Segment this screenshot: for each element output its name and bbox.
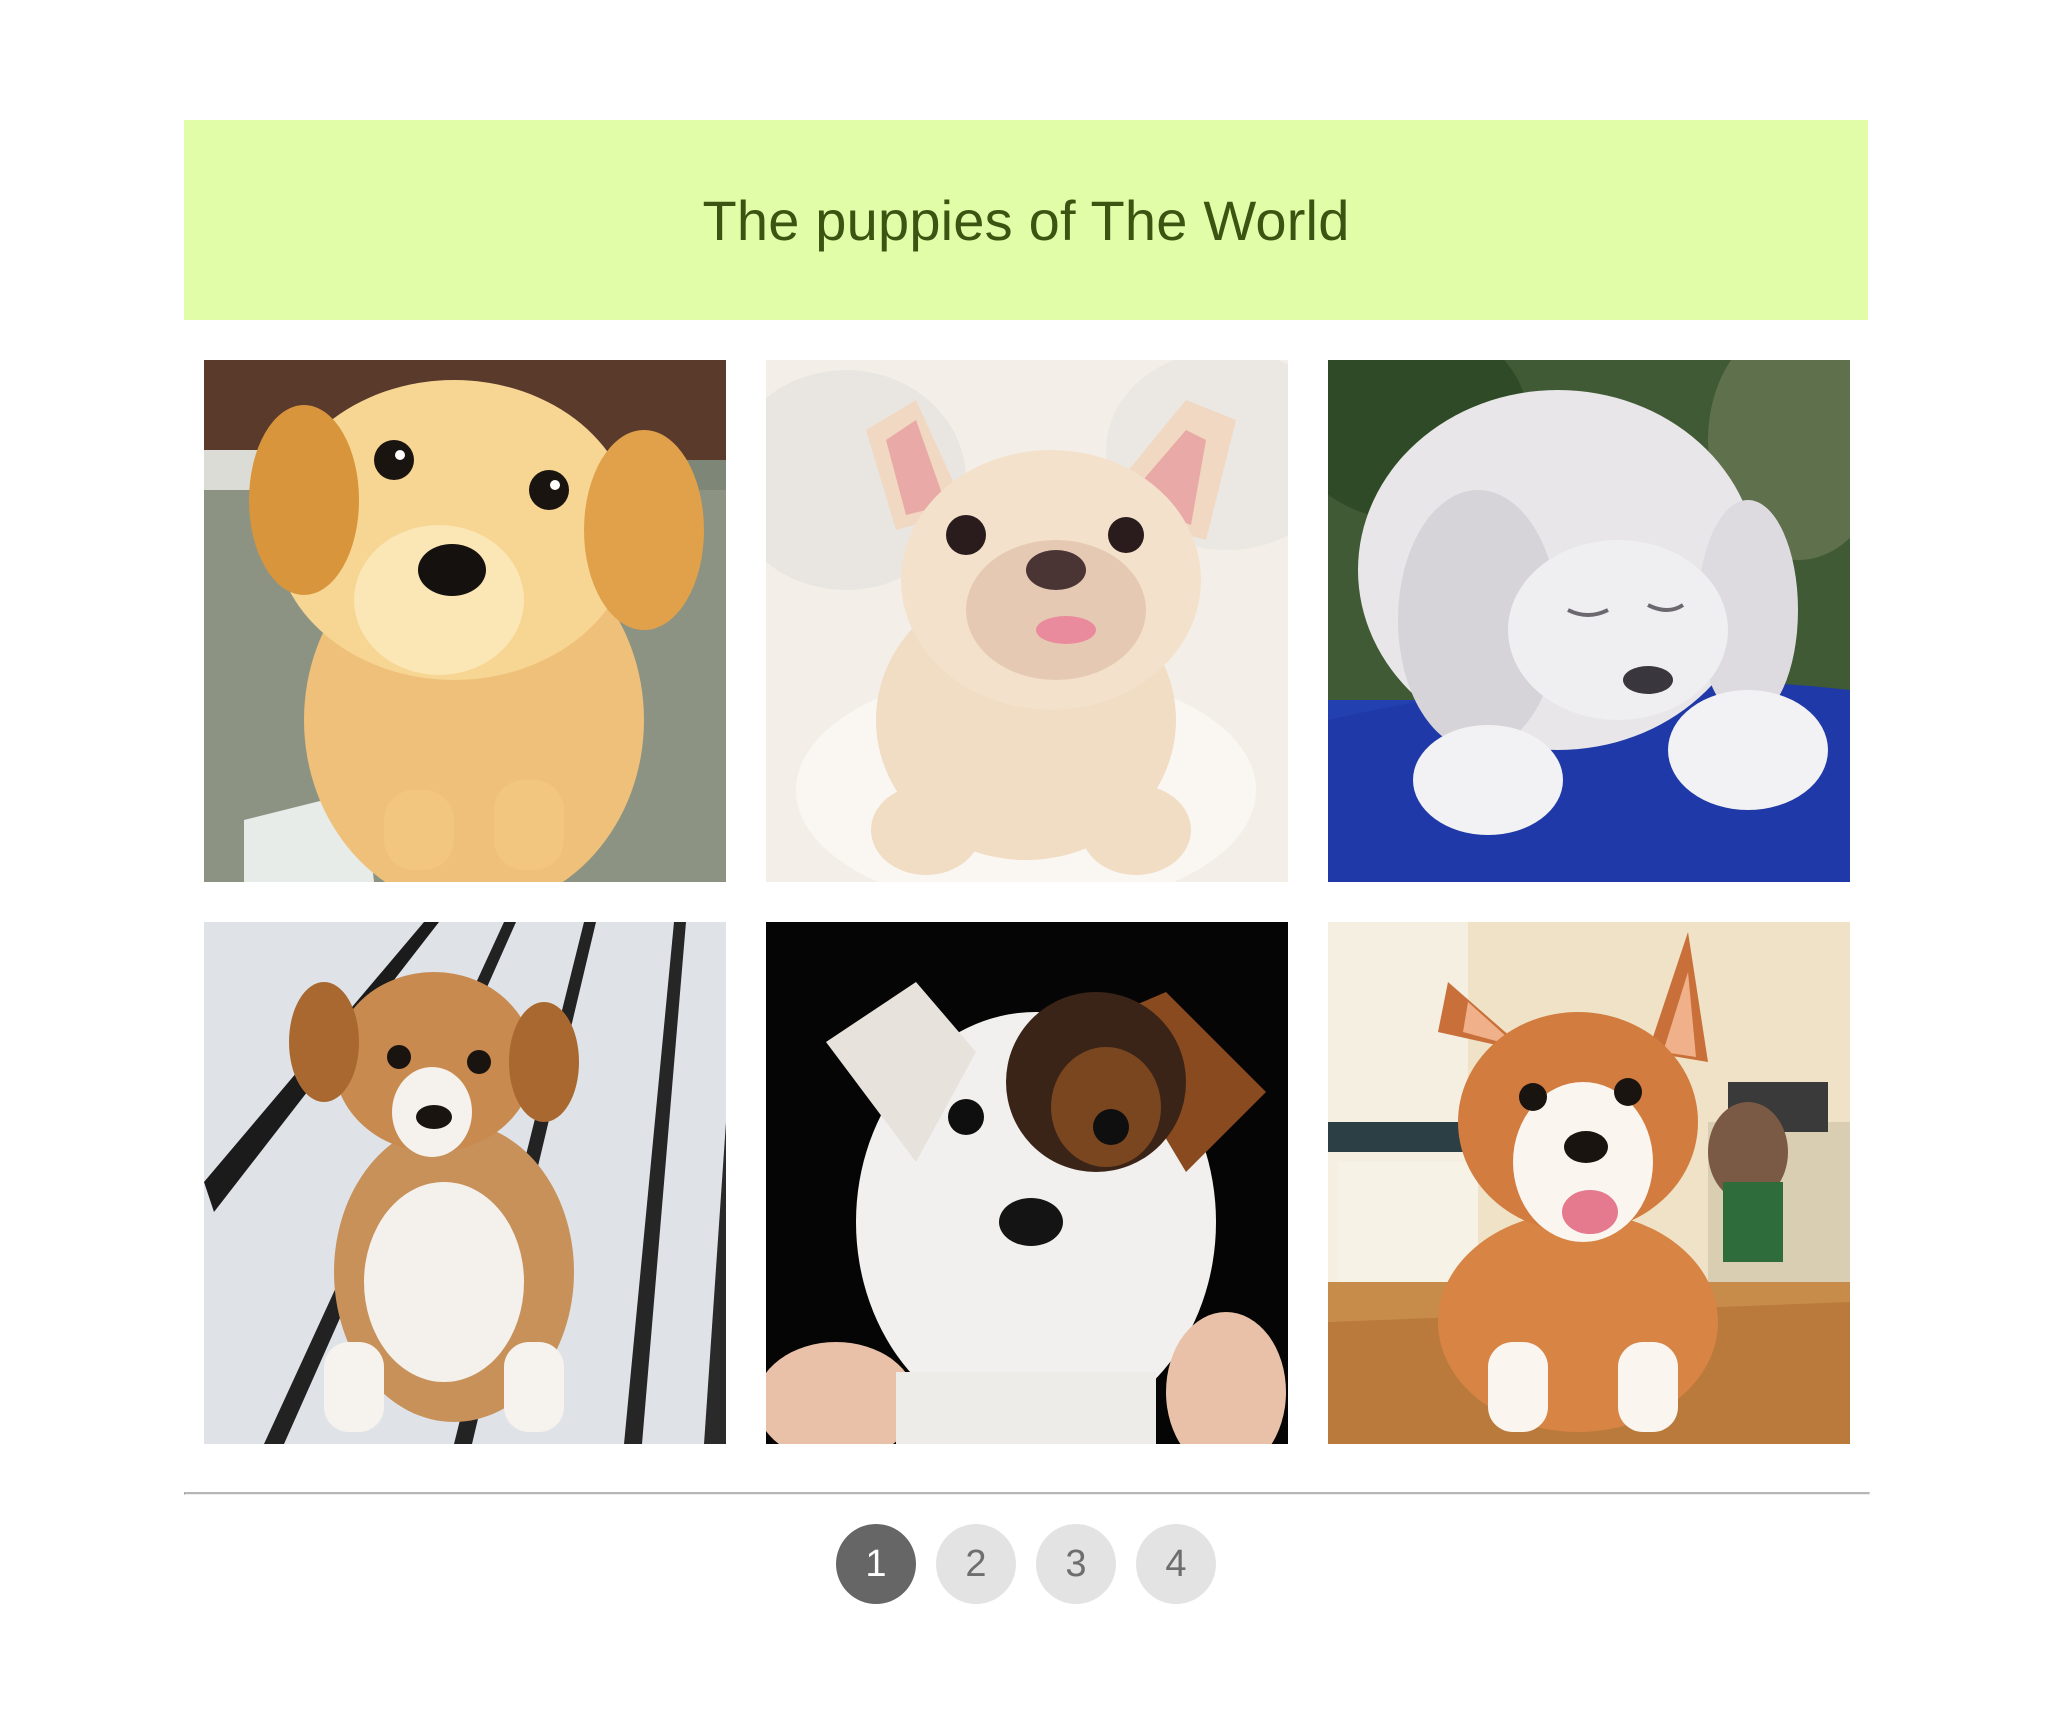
page-button-2[interactable]: 2 <box>936 1524 1016 1604</box>
french-bulldog-image <box>766 360 1288 882</box>
jack-russell-puppy-image <box>766 922 1288 1444</box>
pagination-divider <box>184 1492 1870 1495</box>
page-button-1[interactable]: 1 <box>836 1524 916 1604</box>
puppy-photo-4[interactable] <box>204 922 726 1444</box>
corgi-puppy-image <box>1328 922 1850 1444</box>
pagination: 1 2 3 4 <box>836 1524 1216 1604</box>
photo-gallery <box>204 360 1850 1444</box>
puppy-photo-2[interactable] <box>766 360 1288 882</box>
tan-white-puppy-image <box>204 922 726 1444</box>
puppy-photo-3[interactable] <box>1328 360 1850 882</box>
puppy-photo-5[interactable] <box>766 922 1288 1444</box>
page-title: The puppies of The World <box>702 188 1350 252</box>
golden-puppy-image <box>204 360 726 882</box>
page-button-3[interactable]: 3 <box>1036 1524 1116 1604</box>
page-header: The puppies of The World <box>184 120 1868 320</box>
page-button-4[interactable]: 4 <box>1136 1524 1216 1604</box>
puppy-photo-6[interactable] <box>1328 922 1850 1444</box>
white-fluffy-puppy-image <box>1328 360 1850 882</box>
puppy-photo-1[interactable] <box>204 360 726 882</box>
